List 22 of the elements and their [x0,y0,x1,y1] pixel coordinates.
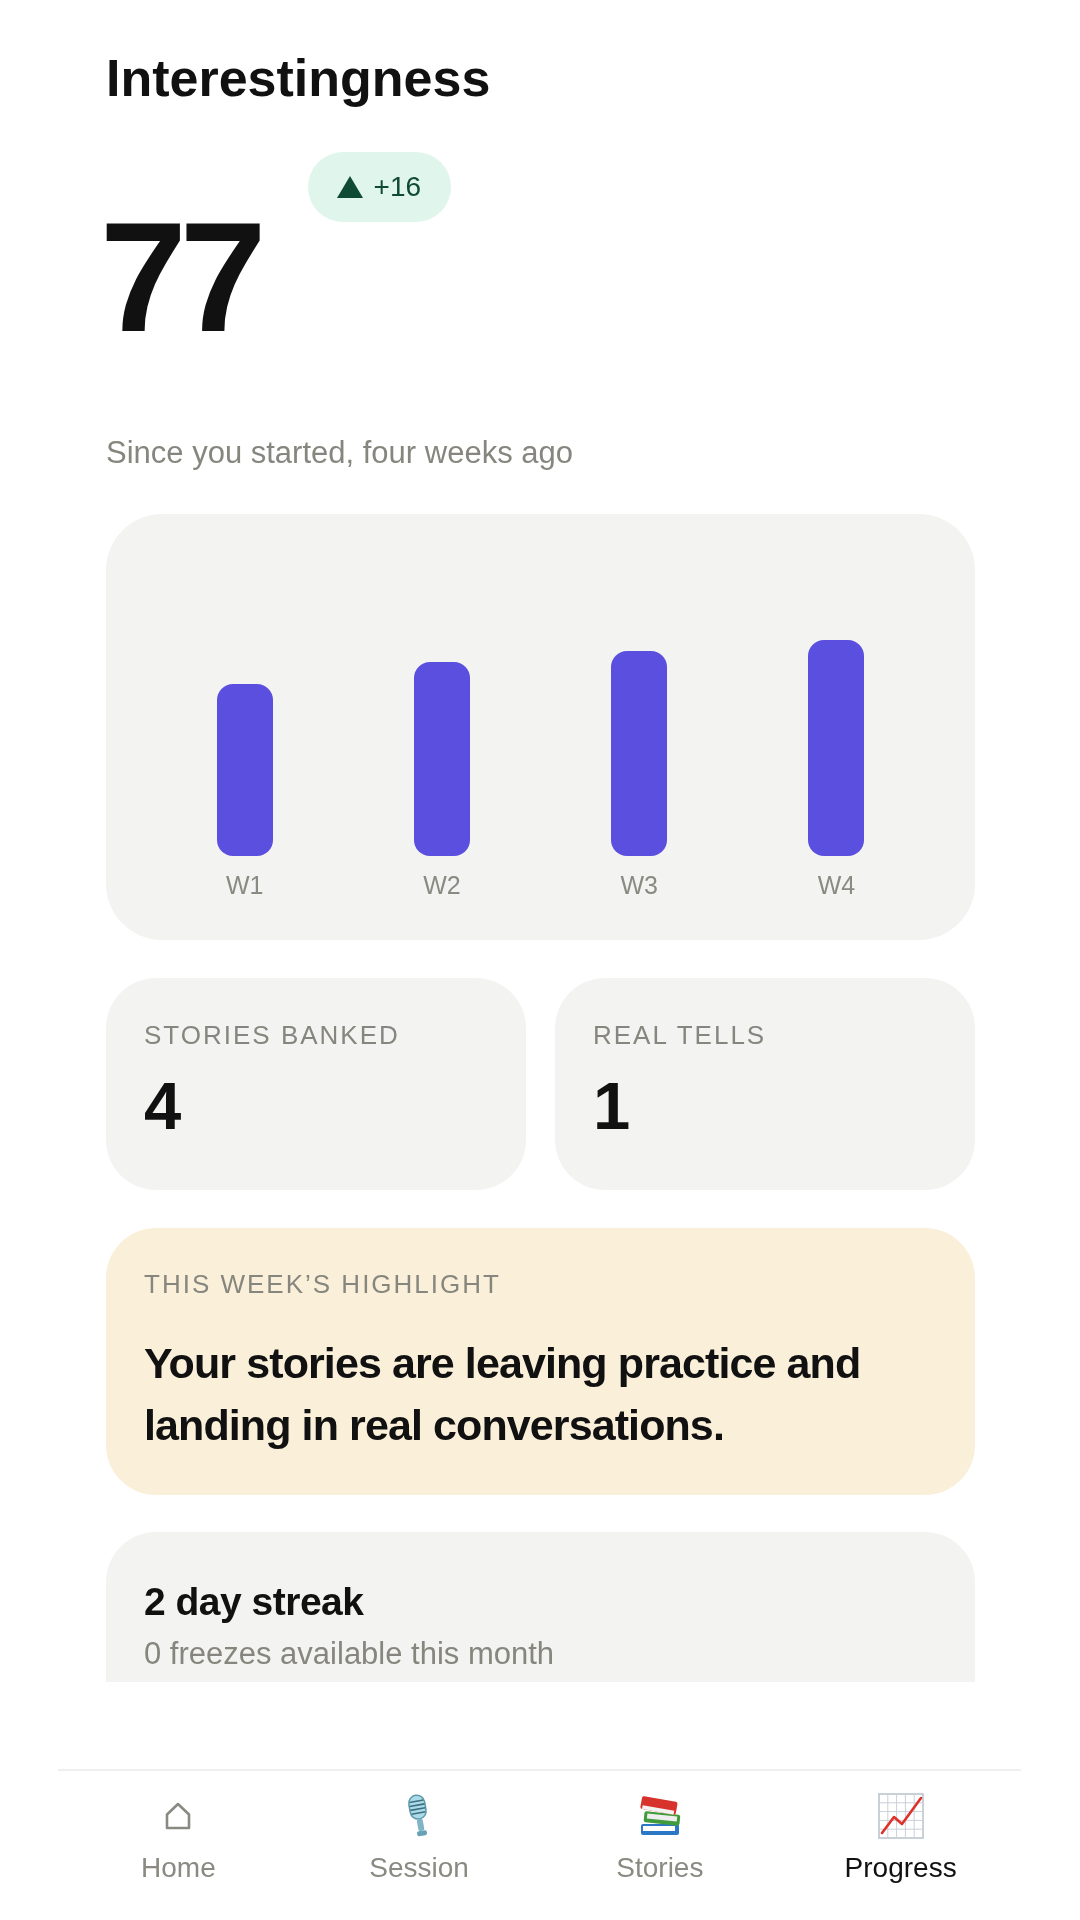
nav-tab[interactable]: Progress [838,1793,963,1882]
house-icon[interactable] [165,1802,192,1830]
score-value: 77 [100,199,260,355]
week-label: W1 [225,872,264,898]
nav-tab[interactable]: Home [135,1793,222,1882]
stat-value: 4 [144,1072,183,1139]
streak-subtitle: 0 freezes available this month [144,1638,556,1669]
week-label: W4 [817,872,856,898]
stat-label: STORIES BANKED [144,1022,401,1048]
change-value: +16 [373,173,422,201]
week-label: W2 [423,872,461,898]
nav-tab[interactable]: Session [363,1793,475,1882]
nav-tab[interactable]: Stories [610,1793,710,1882]
week-label: W3 [620,872,658,898]
streak-title: 2 day streak [144,1582,365,1621]
score-caption: Since you started, four weeks ago [106,437,574,468]
stat-value: 1 [593,1072,632,1139]
chart-icon[interactable] [877,1793,924,1839]
highlight-text: Your stories are leaving practice and landing in real conversations. [144,1338,862,1451]
highlight-label: THIS WEEK’S HIGHLIGHT [144,1271,502,1297]
up-triangle-icon [336,176,363,198]
stat-label: REAL TELLS [593,1022,768,1048]
